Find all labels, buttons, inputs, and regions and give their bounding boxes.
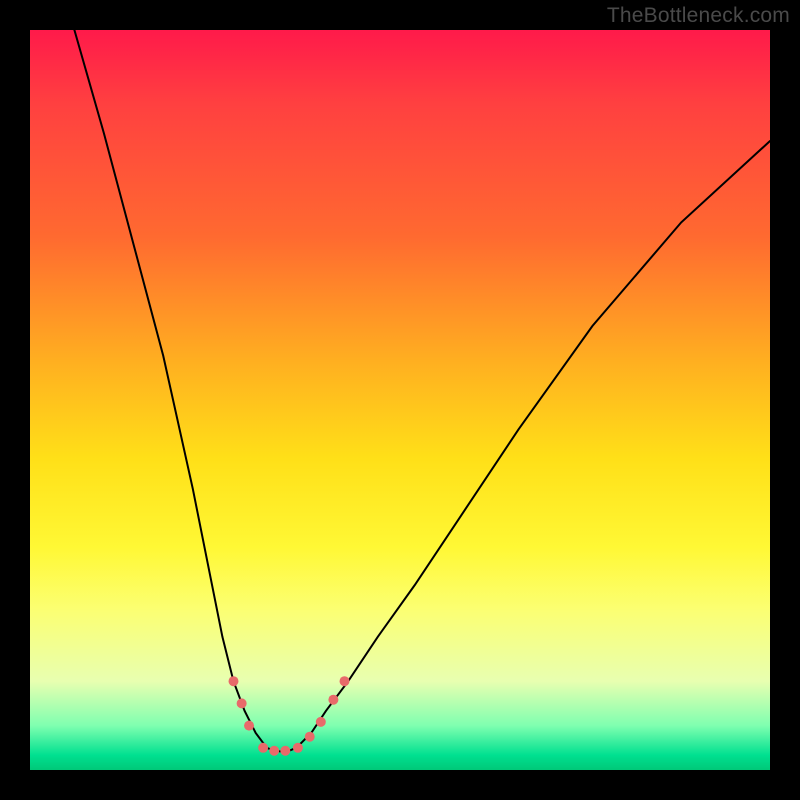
chart-frame: TheBottleneck.com [0,0,800,800]
data-marker [237,698,247,708]
data-marker [244,721,254,731]
watermark-text: TheBottleneck.com [607,4,790,28]
data-marker [229,676,239,686]
plot-area [30,30,770,770]
data-marker [269,746,279,756]
bottleneck-curve [74,30,770,752]
data-marker [280,746,290,756]
curve-layer [30,30,770,770]
data-marker [293,743,303,753]
data-marker [316,717,326,727]
data-marker [328,695,338,705]
data-marker [305,732,315,742]
data-marker [340,676,350,686]
data-marker [258,743,268,753]
